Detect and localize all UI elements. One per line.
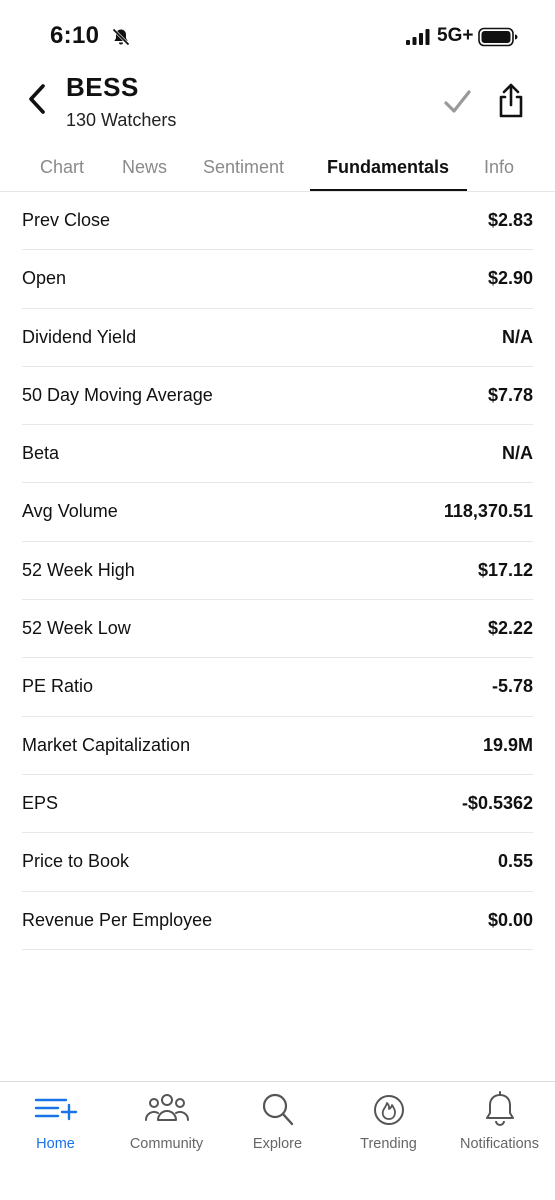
row-label: PE Ratio [22,676,94,697]
list-item: Market Capitalization 19.9M [22,717,533,775]
nav-home-label: Home [36,1136,75,1152]
row-value: -$0.5362 [461,792,533,813]
tab-sentiment[interactable]: Sentiment [203,157,284,178]
row-value: $7.78 [487,384,533,405]
home-list-plus-icon [32,1090,80,1128]
nav-community-label: Community [129,1136,204,1152]
people-icon [143,1090,191,1128]
row-label: Market Capitalization [22,734,191,755]
row-label: Dividend Yield [22,326,137,347]
row-label: Beta [22,443,60,464]
status-time: 6:10 [50,22,100,49]
tab-news[interactable]: News [122,157,167,178]
list-item: Beta N/A [22,425,533,484]
row-value: $2.90 [487,268,533,289]
fundamentals-list: Prev Close $2.83 Open $2.90 Dividend Yield… [0,192,555,950]
flame-icon [365,1090,413,1128]
row-value: N/A [502,326,533,347]
battery-icon [478,27,518,47]
row-value: 19.9M [482,734,533,755]
row-value: $2.22 [487,618,533,639]
tab-bar: Chart News Sentiment Fundamentals Info [0,148,555,192]
page-title: BESS [66,72,139,102]
list-item: EPS -$0.5362 [22,775,533,834]
row-label: EPS [22,792,59,813]
search-icon [254,1090,302,1128]
tab-fundamentals[interactable]: Fundamentals [327,157,449,178]
list-item: Revenue Per Employee $0.00 [22,892,533,950]
bell-icon [476,1090,524,1128]
row-label: 50 Day Moving Average [22,384,213,405]
row-value: $17.12 [477,559,533,580]
back-button[interactable] [24,82,54,116]
list-item: 52 Week Low $2.22 [22,600,533,659]
nav-home[interactable]: Home [0,1090,111,1160]
row-label: 52 Week High [22,559,135,580]
network-indicator: 5G+ [437,25,474,46]
list-item: 50 Day Moving Average $7.78 [22,367,533,426]
tab-chart[interactable]: Chart [40,157,84,178]
list-item: Open $2.90 [22,250,533,309]
row-value: $0.00 [487,909,533,930]
nav-trending-label: Trending [360,1136,417,1152]
row-value: 118,370.51 [443,501,533,522]
row-label: 52 Week Low [22,618,131,639]
bottom-nav: Home Community Explore Trending Notifica… [0,1081,555,1200]
watch-check-button[interactable] [441,86,473,118]
list-item: Dividend Yield N/A [22,309,533,367]
row-value: -5.78 [491,676,533,697]
row-label: Revenue Per Employee [22,909,213,930]
row-value: $2.83 [487,210,533,230]
active-tab-indicator [310,189,467,191]
signal-icon [406,29,430,45]
list-item: 52 Week High $17.12 [22,542,533,601]
row-label: Price to Book [22,851,130,872]
nav-community[interactable]: Community [111,1090,222,1160]
status-bar: 6:10 5G+ [0,0,555,72]
row-label: Prev Close [22,210,111,230]
list-item: PE Ratio -5.78 [22,658,533,717]
list-item: Prev Close $2.83 [22,192,533,251]
share-button[interactable] [495,82,527,120]
nav-notifications-label: Notifications [460,1136,539,1152]
row-label: Open [22,268,67,289]
nav-explore-label: Explore [252,1136,303,1152]
list-item: Avg Volume 118,370.51 [22,483,533,542]
nav-explore[interactable]: Explore [222,1090,333,1160]
watchers-count: 130 Watchers [66,110,177,130]
row-label: Avg Volume [22,501,118,522]
list-item: Price to Book 0.55 [22,833,533,892]
nav-trending[interactable]: Trending [333,1090,444,1160]
tab-info[interactable]: Info [484,157,514,178]
bell-off-icon [111,27,131,47]
nav-notifications[interactable]: Notifications [444,1090,555,1160]
row-value: N/A [502,443,533,464]
row-value: 0.55 [497,851,533,872]
header: BESS 130 Watchers [0,72,555,142]
